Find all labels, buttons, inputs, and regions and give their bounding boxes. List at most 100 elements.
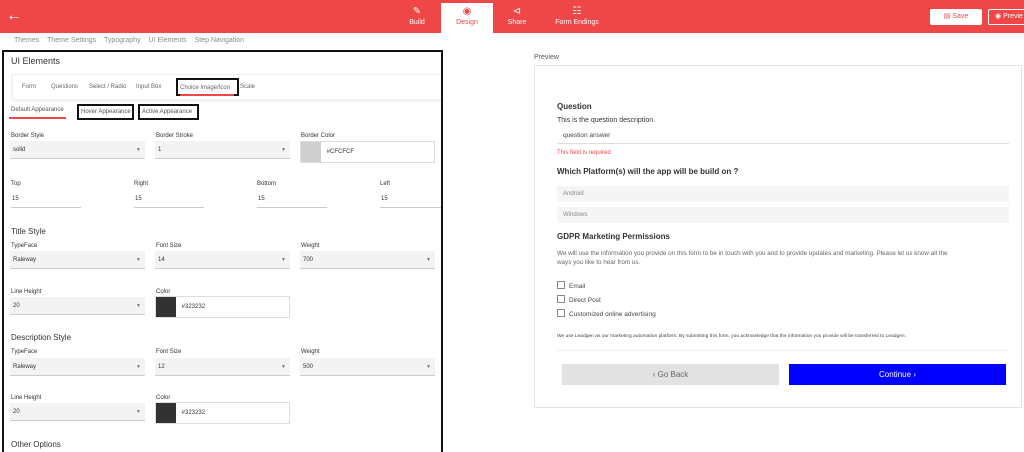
preview-divider xyxy=(557,350,1009,351)
title-fontsize-label: Font Size xyxy=(156,243,182,249)
tab-form[interactable]: Form xyxy=(22,84,36,90)
nav-design[interactable]: ◉ Design xyxy=(441,3,493,33)
tab-input-box[interactable]: Input Box xyxy=(136,84,161,90)
title-fontsize-select[interactable]: 14 ▼ xyxy=(155,251,290,269)
save-icon: ▤ xyxy=(943,13,951,20)
caret-down-icon: ▼ xyxy=(136,409,141,415)
caret-down-icon: ▼ xyxy=(136,303,141,309)
border-style-label: Border Style xyxy=(11,133,45,139)
nav-build-label: Build xyxy=(409,19,425,26)
checkbox-online-ads-label: Customized online advertising xyxy=(569,311,656,318)
top-bar: ← ✎ Build ◉ Design ⊲ Share ☷ Form Ending… xyxy=(0,0,1024,33)
preview-option-windows[interactable]: Windows xyxy=(557,207,1009,223)
padding-left-input[interactable]: 15 xyxy=(380,192,441,208)
subnav-themes[interactable]: Themes xyxy=(14,37,39,44)
eye-icon: ◉ xyxy=(995,13,1002,20)
checkbox-icon[interactable] xyxy=(557,281,565,289)
desc-color-label: Color xyxy=(156,395,171,401)
go-back-button[interactable]: ‹ Go Back xyxy=(562,364,779,385)
padding-bottom-input[interactable]: 15 xyxy=(257,192,327,208)
subtab-active-appearance[interactable]: Active Appearance xyxy=(138,104,199,120)
caret-down-icon: ▼ xyxy=(426,257,431,263)
title-typeface-select[interactable]: Raleway ▼ xyxy=(10,251,145,269)
save-button[interactable]: ▤ Save xyxy=(930,9,982,25)
tab-choice-image-icon[interactable]: Choice Image/Icon xyxy=(176,78,239,96)
arrow-left-icon[interactable]: ← xyxy=(6,8,22,24)
nav-form-endings-label: Form Endings xyxy=(555,19,599,26)
border-color-value: #CFCFCF xyxy=(326,149,355,155)
desc-typeface-label: TypeFace xyxy=(11,349,38,355)
border-color-picker[interactable]: #CFCFCF xyxy=(300,141,435,163)
title-style-heading: Title Style xyxy=(11,227,46,236)
desc-weight-label: Weight xyxy=(301,349,320,355)
nav-share-label: Share xyxy=(507,19,527,26)
preview-button[interactable]: ◉ Previe xyxy=(988,9,1024,25)
subnav-theme-settings[interactable]: Theme Settings xyxy=(47,37,96,44)
preview-footer-note: We use Leadgen as our marketing automati… xyxy=(557,334,906,339)
continue-button[interactable]: Continue › xyxy=(789,364,1006,385)
preview-checkbox-online-ads[interactable]: Customized online advertising xyxy=(557,309,656,318)
border-stroke-select[interactable]: 1 ▼ xyxy=(155,141,290,159)
nav-build[interactable]: ✎ Build xyxy=(391,6,443,26)
preview-label: Preview xyxy=(534,54,559,61)
preview-question-description: This is the question description. xyxy=(557,117,656,124)
padding-right-input[interactable]: 15 xyxy=(134,192,204,208)
description-style-heading: Description Style xyxy=(11,333,72,342)
desc-color-picker[interactable]: #323232 xyxy=(155,402,290,424)
checkbox-icon[interactable] xyxy=(557,309,565,317)
caret-down-icon: ▼ xyxy=(281,257,286,263)
title-lineheight-label: Line Height xyxy=(11,289,42,295)
preview-answer-input[interactable]: question answer xyxy=(557,128,1009,144)
border-color-swatch[interactable] xyxy=(301,142,321,162)
checkbox-icon[interactable] xyxy=(557,295,565,303)
preview-checkbox-email[interactable]: Email xyxy=(557,281,585,290)
nav-share[interactable]: ⊲ Share xyxy=(491,6,543,26)
preview-option-android[interactable]: Android xyxy=(557,186,1009,202)
caret-down-icon: ▼ xyxy=(136,364,141,370)
tab-choice-image-icon-label: Choice Image/Icon xyxy=(180,85,231,91)
continue-label: Continue xyxy=(879,370,912,379)
title-typeface-label: TypeFace xyxy=(11,243,38,249)
preview-gdpr-text-2: ways you like to hear from us. xyxy=(557,259,641,266)
desc-fontsize-label: Font Size xyxy=(156,349,182,355)
active-tab-underline xyxy=(180,94,234,96)
title-weight-select[interactable]: 700 ▼ xyxy=(300,251,435,269)
subtab-default-appearance[interactable]: Default Appearance xyxy=(9,105,66,119)
desc-typeface-value: Raleway xyxy=(13,364,37,370)
desc-lineheight-select[interactable]: 20 ▼ xyxy=(10,403,145,421)
preview-checkbox-direct-post[interactable]: Direct Post xyxy=(557,295,601,304)
padding-left-label: Left xyxy=(380,181,391,187)
title-color-picker[interactable]: #323232 xyxy=(155,296,290,318)
title-lineheight-select[interactable]: 20 ▼ xyxy=(10,297,145,315)
padding-bottom-label: Bottom xyxy=(257,181,277,187)
preview-gdpr-text-1: We will use the information you provide … xyxy=(557,250,948,257)
preview-error-text: This field is required xyxy=(557,150,611,156)
desc-typeface-select[interactable]: Raleway ▼ xyxy=(10,358,145,376)
title-color-swatch[interactable] xyxy=(156,297,176,317)
subnav-typography[interactable]: Typography xyxy=(104,37,141,44)
title-typeface-value: Raleway xyxy=(13,257,37,263)
tab-select-radio[interactable]: Select / Radio xyxy=(89,84,126,90)
flow-icon: ☷ xyxy=(572,6,582,17)
title-color-value: #323232 xyxy=(181,304,206,310)
desc-fontsize-select[interactable]: 12 ▼ xyxy=(155,358,290,376)
padding-top-input[interactable]: 15 xyxy=(11,192,81,208)
tab-questions[interactable]: Questions xyxy=(51,84,78,90)
border-stroke-label: Border Stroke xyxy=(156,133,194,139)
desc-weight-select[interactable]: 500 ▼ xyxy=(300,358,435,376)
desc-color-swatch[interactable] xyxy=(156,403,176,423)
subnav-step-navigation[interactable]: Step Navigation xyxy=(195,37,244,44)
title-fontsize-value: 14 xyxy=(158,257,165,263)
subtab-hover-appearance[interactable]: Hover Appearance xyxy=(77,104,134,120)
border-stroke-value: 1 xyxy=(158,147,162,153)
tab-scale[interactable]: Scale xyxy=(240,84,255,90)
border-style-select[interactable]: solid ▼ xyxy=(10,141,145,159)
nav-form-endings[interactable]: ☷ Form Endings xyxy=(551,6,603,26)
subnav-ui-elements[interactable]: UI Elements xyxy=(149,37,187,44)
save-label: Save xyxy=(952,13,969,20)
checkbox-email-label: Email xyxy=(569,283,586,290)
border-style-value: solid xyxy=(13,147,26,153)
checkbox-direct-post-label: Direct Post xyxy=(569,297,601,304)
chevron-right-icon: › xyxy=(913,370,916,379)
share-icon: ⊲ xyxy=(512,6,522,17)
